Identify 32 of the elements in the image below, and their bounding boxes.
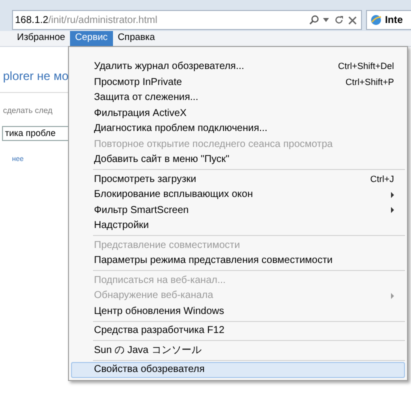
menu-item[interactable]: Добавить сайт в меню "Пуск" — [71, 152, 405, 168]
page-heading: plorer не мо — [3, 68, 69, 85]
globe-icon — [370, 14, 382, 26]
menu-item[interactable]: Центр обновления Windows — [71, 304, 405, 319]
menu-item[interactable]: Sun の Java コンソール — [71, 342, 405, 358]
shortcut-text: Ctrl+Shift+Del — [338, 60, 394, 73]
menu-item[interactable]: Блокирование всплывающих окон — [71, 187, 405, 202]
menu-item[interactable]: Средства разработчика F12 — [71, 323, 405, 338]
url-text: 168.1.2/init/ru/administrator.html — [15, 14, 158, 28]
shortcut-text: Ctrl+J — [370, 172, 394, 186]
menu-item[interactable]: Параметры режима представления совместимости — [71, 253, 405, 268]
close-icon[interactable] — [348, 16, 357, 24]
menu-bar-item[interactable]: Справка — [112, 30, 160, 46]
menu-item[interactable]: Фильтр SmartScreen — [71, 202, 405, 218]
shortcut-text: Ctrl+Shift+P — [345, 76, 394, 88]
refresh-icon[interactable] — [334, 15, 344, 25]
menu-item[interactable]: Свойства обозревателя — [71, 362, 405, 378]
menu-item[interactable]: Просмотр InPrivate Ctrl+Shift+P — [71, 74, 405, 90]
menu-item[interactable]: Защита от слежения... — [71, 90, 405, 106]
page-text: сделать след — [3, 105, 52, 117]
menu-item[interactable]: Просмотреть загрузки Ctrl+J — [71, 172, 405, 187]
menu-item[interactable]: Надстройки — [71, 218, 405, 234]
browser-tab[interactable]: Inte — [366, 10, 411, 30]
menu-bar-item[interactable]: Избранное — [12, 30, 70, 46]
menu-item[interactable]: Диагностика проблем подключения... — [71, 121, 405, 136]
dropdown-icon[interactable] — [323, 18, 329, 22]
tab-title: Inte — [385, 14, 403, 28]
address-field[interactable]: 168.1.2/init/ru/administrator.html — [12, 10, 362, 30]
menu-item[interactable]: Удалить журнал обозревателя... Ctrl+Shift+Del — [71, 59, 405, 74]
menu-bar-item[interactable]: Сервис — [70, 30, 113, 46]
menu-item[interactable]: Фильтрация ActiveX — [71, 106, 405, 121]
search-icon[interactable] — [309, 15, 319, 25]
